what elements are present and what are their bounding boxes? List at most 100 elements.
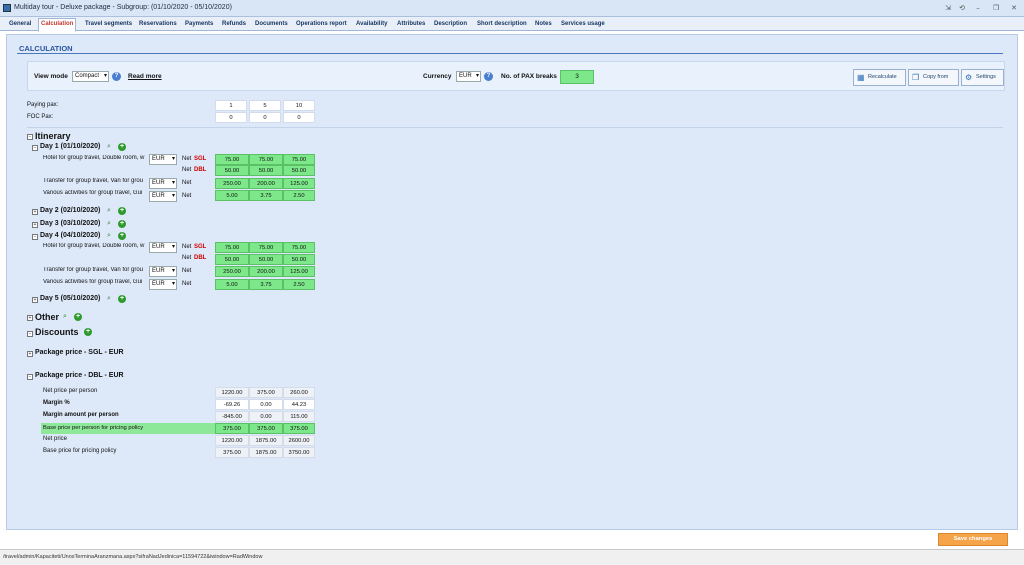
tab-attributes[interactable]: Attributes xyxy=(395,19,427,31)
price-cell[interactable]: 50.00 xyxy=(215,254,249,265)
paying-pax-input[interactable]: 5 xyxy=(249,100,281,111)
tab-reservations[interactable]: Reservations xyxy=(137,19,179,31)
add-icon[interactable]: + xyxy=(118,143,126,151)
reload-icon[interactable]: ⟲ xyxy=(956,3,968,13)
tab-general[interactable]: General xyxy=(7,19,33,31)
foc-pax-input[interactable]: 0 xyxy=(215,112,247,123)
search-icon[interactable]: ⌕ xyxy=(107,143,115,151)
price-cell[interactable]: 75.00 xyxy=(283,242,315,253)
search-icon[interactable]: ⌕ xyxy=(107,232,115,240)
copy-from-button[interactable]: ❐ Copy from xyxy=(908,69,959,86)
add-icon[interactable]: + xyxy=(118,295,126,303)
price-cell[interactable]: 50.00 xyxy=(249,165,283,176)
price-cell[interactable]: 5.00 xyxy=(215,190,249,201)
base-pp-cell[interactable]: 375.00 xyxy=(283,423,315,434)
read-more-link[interactable]: Read more xyxy=(128,73,162,80)
pin-icon[interactable]: ⇲ xyxy=(942,3,954,13)
currency-select[interactable]: EUR ▾ xyxy=(149,279,177,290)
save-changes-button[interactable]: Save changes xyxy=(938,533,1008,546)
collapse-toggle[interactable]: − xyxy=(27,134,33,140)
dbl-label: DBL xyxy=(194,255,207,261)
tab-payments[interactable]: Payments xyxy=(183,19,215,31)
maximize-icon[interactable]: ❐ xyxy=(990,3,1002,13)
base-pp-cell[interactable]: 375.00 xyxy=(249,423,283,434)
expand-toggle[interactable]: + xyxy=(32,222,38,228)
search-icon[interactable]: ⌕ xyxy=(107,207,115,215)
base-pp-cell[interactable]: 375.00 xyxy=(215,423,249,434)
margin-pct-input[interactable]: 44.23 xyxy=(283,399,315,410)
add-icon[interactable]: + xyxy=(118,207,126,215)
foc-pax-input[interactable]: 0 xyxy=(249,112,281,123)
tab-documents[interactable]: Documents xyxy=(253,19,290,31)
pax-breaks-input[interactable]: 3 xyxy=(560,70,594,84)
collapse-toggle[interactable]: − xyxy=(27,331,33,337)
calculation-panel: CALCULATION View mode Compact ▾ ? Read mo… xyxy=(6,34,1018,530)
help-icon[interactable]: ? xyxy=(484,72,493,81)
add-icon[interactable]: + xyxy=(118,220,126,228)
currency-select[interactable]: EUR ▾ xyxy=(149,154,177,165)
minimize-icon[interactable]: – xyxy=(972,3,984,13)
currency-select[interactable]: EUR ▾ xyxy=(149,266,177,277)
expand-toggle[interactable]: + xyxy=(27,315,33,321)
price-cell[interactable]: 75.00 xyxy=(283,154,315,165)
price-cell[interactable]: 250.00 xyxy=(215,178,249,189)
price-cell[interactable]: 2.50 xyxy=(283,190,315,201)
price-cell[interactable]: 125.00 xyxy=(283,266,315,277)
price-cell[interactable]: 250.00 xyxy=(215,266,249,277)
price-cell[interactable]: 50.00 xyxy=(283,254,315,265)
expand-toggle[interactable]: + xyxy=(27,351,33,357)
add-icon[interactable]: + xyxy=(118,232,126,240)
paying-pax-input[interactable]: 1 xyxy=(215,100,247,111)
price-cell[interactable]: 200.00 xyxy=(249,178,283,189)
price-cell[interactable]: 50.00 xyxy=(283,165,315,176)
tab-description[interactable]: Description xyxy=(432,19,469,31)
price-cell[interactable]: 3.75 xyxy=(249,279,283,290)
paying-pax-input[interactable]: 10 xyxy=(283,100,315,111)
day-1-heading: Day 1 (01/10/2020) xyxy=(40,143,101,150)
tab-availability[interactable]: Availability xyxy=(354,19,389,31)
recalculate-button[interactable]: ▦ Recalculate xyxy=(853,69,906,86)
tab-refunds[interactable]: Refunds xyxy=(220,19,248,31)
search-icon[interactable]: ⌕ xyxy=(107,295,115,303)
tab-travel-segments[interactable]: Travel segments xyxy=(83,19,134,31)
price-cell[interactable]: 3.75 xyxy=(249,190,283,201)
view-mode-select[interactable]: Compact ▾ xyxy=(72,71,109,82)
price-cell[interactable]: 75.00 xyxy=(249,154,283,165)
add-icon[interactable]: + xyxy=(84,328,92,336)
currency-select[interactable]: EUR ▾ xyxy=(149,178,177,189)
currency-value: EUR xyxy=(152,244,165,250)
currency-select[interactable]: EUR ▾ xyxy=(149,242,177,253)
price-cell[interactable]: 5.00 xyxy=(215,279,249,290)
price-cell[interactable]: 125.00 xyxy=(283,178,315,189)
price-cell[interactable]: 50.00 xyxy=(249,254,283,265)
expand-toggle[interactable]: + xyxy=(32,209,38,215)
price-cell[interactable]: 2.50 xyxy=(283,279,315,290)
price-cell[interactable]: 75.00 xyxy=(215,242,249,253)
help-icon[interactable]: ? xyxy=(112,72,121,81)
currency-select[interactable]: EUR ▾ xyxy=(149,191,177,202)
margin-pct-input[interactable]: 0.00 xyxy=(249,399,283,410)
add-icon[interactable]: + xyxy=(74,313,82,321)
margin-pct-label: Margin % xyxy=(43,400,70,406)
tab-notes[interactable]: Notes xyxy=(533,19,554,31)
tab-calculation[interactable]: Calculation xyxy=(38,18,77,32)
service-transfer: Transfer for group travel, Van for grou xyxy=(43,178,144,184)
search-icon[interactable]: ⌕ xyxy=(63,313,71,321)
currency-select[interactable]: EUR ▾ xyxy=(456,71,481,82)
price-cell[interactable]: 50.00 xyxy=(215,165,249,176)
collapse-toggle[interactable]: − xyxy=(32,234,38,240)
search-icon[interactable]: ⌕ xyxy=(107,220,115,228)
foc-pax-input[interactable]: 0 xyxy=(283,112,315,123)
price-cell[interactable]: 200.00 xyxy=(249,266,283,277)
collapse-toggle[interactable]: − xyxy=(32,145,38,151)
tab-services-usage[interactable]: Services usage xyxy=(559,19,607,31)
price-cell[interactable]: 75.00 xyxy=(215,154,249,165)
settings-button[interactable]: ⚙ Settings xyxy=(961,69,1004,86)
expand-toggle[interactable]: + xyxy=(32,297,38,303)
price-cell[interactable]: 75.00 xyxy=(249,242,283,253)
tab-operations-report[interactable]: Operations report xyxy=(294,19,349,31)
margin-pct-input[interactable]: -69.26 xyxy=(215,399,249,410)
tab-short-description[interactable]: Short description xyxy=(475,19,529,31)
collapse-toggle[interactable]: − xyxy=(27,374,33,380)
close-icon[interactable]: ✕ xyxy=(1008,3,1020,13)
